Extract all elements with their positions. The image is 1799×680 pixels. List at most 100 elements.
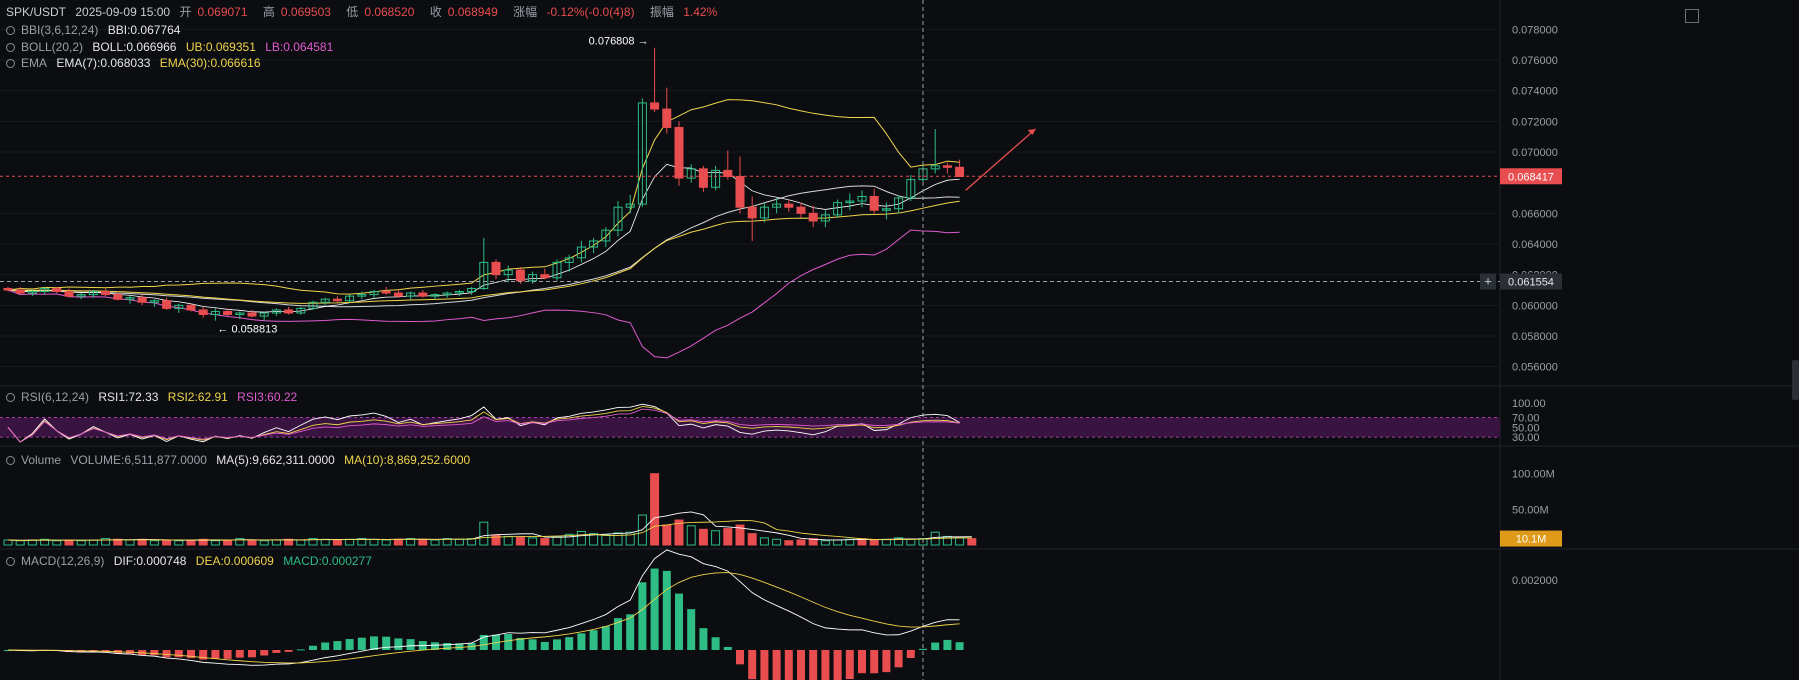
boll-lb-value: LB:0.064581 bbox=[265, 40, 334, 54]
volume-bar bbox=[613, 532, 623, 546]
macd-hist-bar bbox=[565, 637, 574, 650]
volume-tick-label: 100.00M bbox=[1512, 469, 1555, 481]
volume-bar bbox=[772, 538, 782, 546]
candle-body bbox=[393, 292, 403, 297]
volume-bar bbox=[759, 537, 769, 546]
volume-bar bbox=[686, 525, 696, 546]
candle-body bbox=[3, 287, 13, 291]
macd-hist-bar bbox=[650, 568, 659, 650]
ema-name: EMA bbox=[21, 56, 48, 70]
macd-hist-bar bbox=[931, 642, 940, 650]
min-price-annotation: ← 0.058813 bbox=[217, 324, 277, 336]
bell-icon[interactable] bbox=[6, 26, 15, 35]
macd-hist-bar bbox=[150, 650, 159, 656]
rsi-name: RSI(6,12,24) bbox=[21, 390, 90, 404]
ema-legend[interactable]: EMA EMA(7):0.068033 EMA(30):0.066616 bbox=[6, 56, 267, 70]
chart-canvas[interactable]: 0.078000 0.076000 0.074000 0.072000 0.070000… bbox=[0, 0, 1799, 680]
boll-legend[interactable]: BOLL(20,2) BOLL:0.066966 UB:0.069351 LB:… bbox=[6, 40, 339, 54]
macd-hist-bar bbox=[845, 650, 854, 680]
candle-body bbox=[796, 206, 806, 214]
price-tick-label: 0.076000 bbox=[1512, 55, 1558, 67]
macd-hist-bar bbox=[736, 650, 744, 665]
macd-hist-bar bbox=[638, 582, 647, 650]
candle-body bbox=[113, 294, 123, 300]
rsi-legend[interactable]: RSI(6,12,24) RSI1:72.33 RSI2:62.91 RSI3:… bbox=[6, 390, 303, 404]
volume-ma5-value: MA(5):9,662,311.0000 bbox=[216, 453, 335, 467]
candle-body bbox=[735, 176, 745, 208]
volume-bar bbox=[515, 536, 525, 546]
volume-bar bbox=[784, 540, 794, 546]
macd-hist-bar bbox=[162, 650, 171, 658]
price-tick-label: 0.064000 bbox=[1512, 239, 1558, 251]
fullscreen-icon[interactable] bbox=[1685, 9, 1699, 23]
macd-hist-bar bbox=[601, 626, 610, 650]
bell-icon[interactable] bbox=[6, 557, 15, 566]
change-value: -0.12%(-0.0(4)8) bbox=[546, 5, 635, 19]
candle-body bbox=[15, 289, 25, 294]
candle-body bbox=[808, 212, 818, 222]
boll-value: BOLL:0.066966 bbox=[92, 40, 177, 54]
volume-bar bbox=[271, 539, 281, 546]
volume-bar bbox=[540, 538, 550, 546]
price-tick-label: 0.070000 bbox=[1512, 147, 1558, 159]
macd-dif-value: DIF:0.000748 bbox=[113, 554, 187, 568]
candle-body bbox=[540, 274, 550, 279]
macd-hist-bar bbox=[248, 650, 256, 658]
bbi-name: BBI(3,6,12,24) bbox=[21, 23, 99, 37]
volume-bar bbox=[125, 539, 135, 546]
price-tick-label: 0.072000 bbox=[1512, 116, 1558, 128]
candle-body bbox=[869, 195, 879, 211]
candle-body bbox=[491, 261, 501, 276]
volume-bar bbox=[345, 538, 355, 546]
macd-hist-bar bbox=[540, 641, 549, 650]
macd-hist-bar bbox=[394, 638, 403, 650]
volume-bar bbox=[64, 539, 74, 546]
bell-icon[interactable] bbox=[6, 393, 15, 402]
volume-bar bbox=[247, 539, 257, 546]
macd-hist-bar bbox=[235, 650, 244, 658]
macd-hist-bar bbox=[772, 650, 781, 680]
macd-hist-bar bbox=[870, 650, 879, 674]
volume-bar bbox=[15, 540, 25, 546]
volume-bar bbox=[528, 537, 538, 546]
candle-body bbox=[784, 203, 794, 208]
bell-icon[interactable] bbox=[6, 456, 15, 465]
volume-legend[interactable]: Volume VOLUME:6,511,877.0000 MA(5):9,662… bbox=[6, 453, 476, 467]
volume-bar bbox=[662, 524, 672, 546]
volume-bar bbox=[76, 540, 86, 546]
candle-body bbox=[662, 108, 672, 128]
macd-hist-bar bbox=[553, 639, 561, 650]
ema30-value: EMA(30):0.066616 bbox=[159, 56, 261, 70]
volume-bar bbox=[747, 533, 757, 546]
volume-bar bbox=[711, 530, 721, 546]
macd-hist-bar bbox=[406, 639, 415, 650]
price-tick-label: 0.078000 bbox=[1512, 24, 1558, 36]
bbi-value: BBI:0.067764 bbox=[107, 23, 181, 37]
macd-hist-bar bbox=[943, 639, 952, 650]
volume-bar bbox=[833, 539, 843, 546]
price-tick-label: 0.066000 bbox=[1512, 208, 1558, 220]
volume-bar bbox=[650, 473, 660, 546]
macd-hist-value: MACD:0.000277 bbox=[283, 554, 372, 568]
amp-value: 1.42% bbox=[683, 5, 718, 19]
macd-hist-bar bbox=[821, 650, 830, 680]
symbol-label: SPK/USDT bbox=[6, 5, 67, 19]
max-price-annotation: 0.076808 → bbox=[589, 36, 649, 48]
volume-name: Volume bbox=[21, 453, 62, 467]
macd-legend[interactable]: MACD(12,26,9) DIF:0.000748 DEA:0.000609 … bbox=[6, 554, 378, 568]
macd-hist-bar bbox=[919, 648, 927, 650]
macd-hist-bar bbox=[687, 609, 696, 650]
volume-bar bbox=[698, 528, 708, 546]
volume-bar bbox=[52, 540, 62, 546]
macd-hist-bar bbox=[760, 650, 769, 680]
candle-body bbox=[247, 312, 257, 317]
rsi3-value: RSI3:60.22 bbox=[237, 390, 298, 404]
volume-bar bbox=[503, 535, 513, 546]
volume-bar bbox=[162, 539, 172, 546]
bell-icon[interactable] bbox=[6, 59, 15, 68]
crosshair-plus-glyph: + bbox=[1484, 274, 1492, 289]
bell-icon[interactable] bbox=[6, 43, 15, 52]
side-panel-handle[interactable] bbox=[1792, 360, 1799, 400]
macd-hist-bar bbox=[272, 650, 281, 653]
bbi-legend[interactable]: BBI(3,6,12,24) BBI:0.067764 bbox=[6, 23, 186, 37]
